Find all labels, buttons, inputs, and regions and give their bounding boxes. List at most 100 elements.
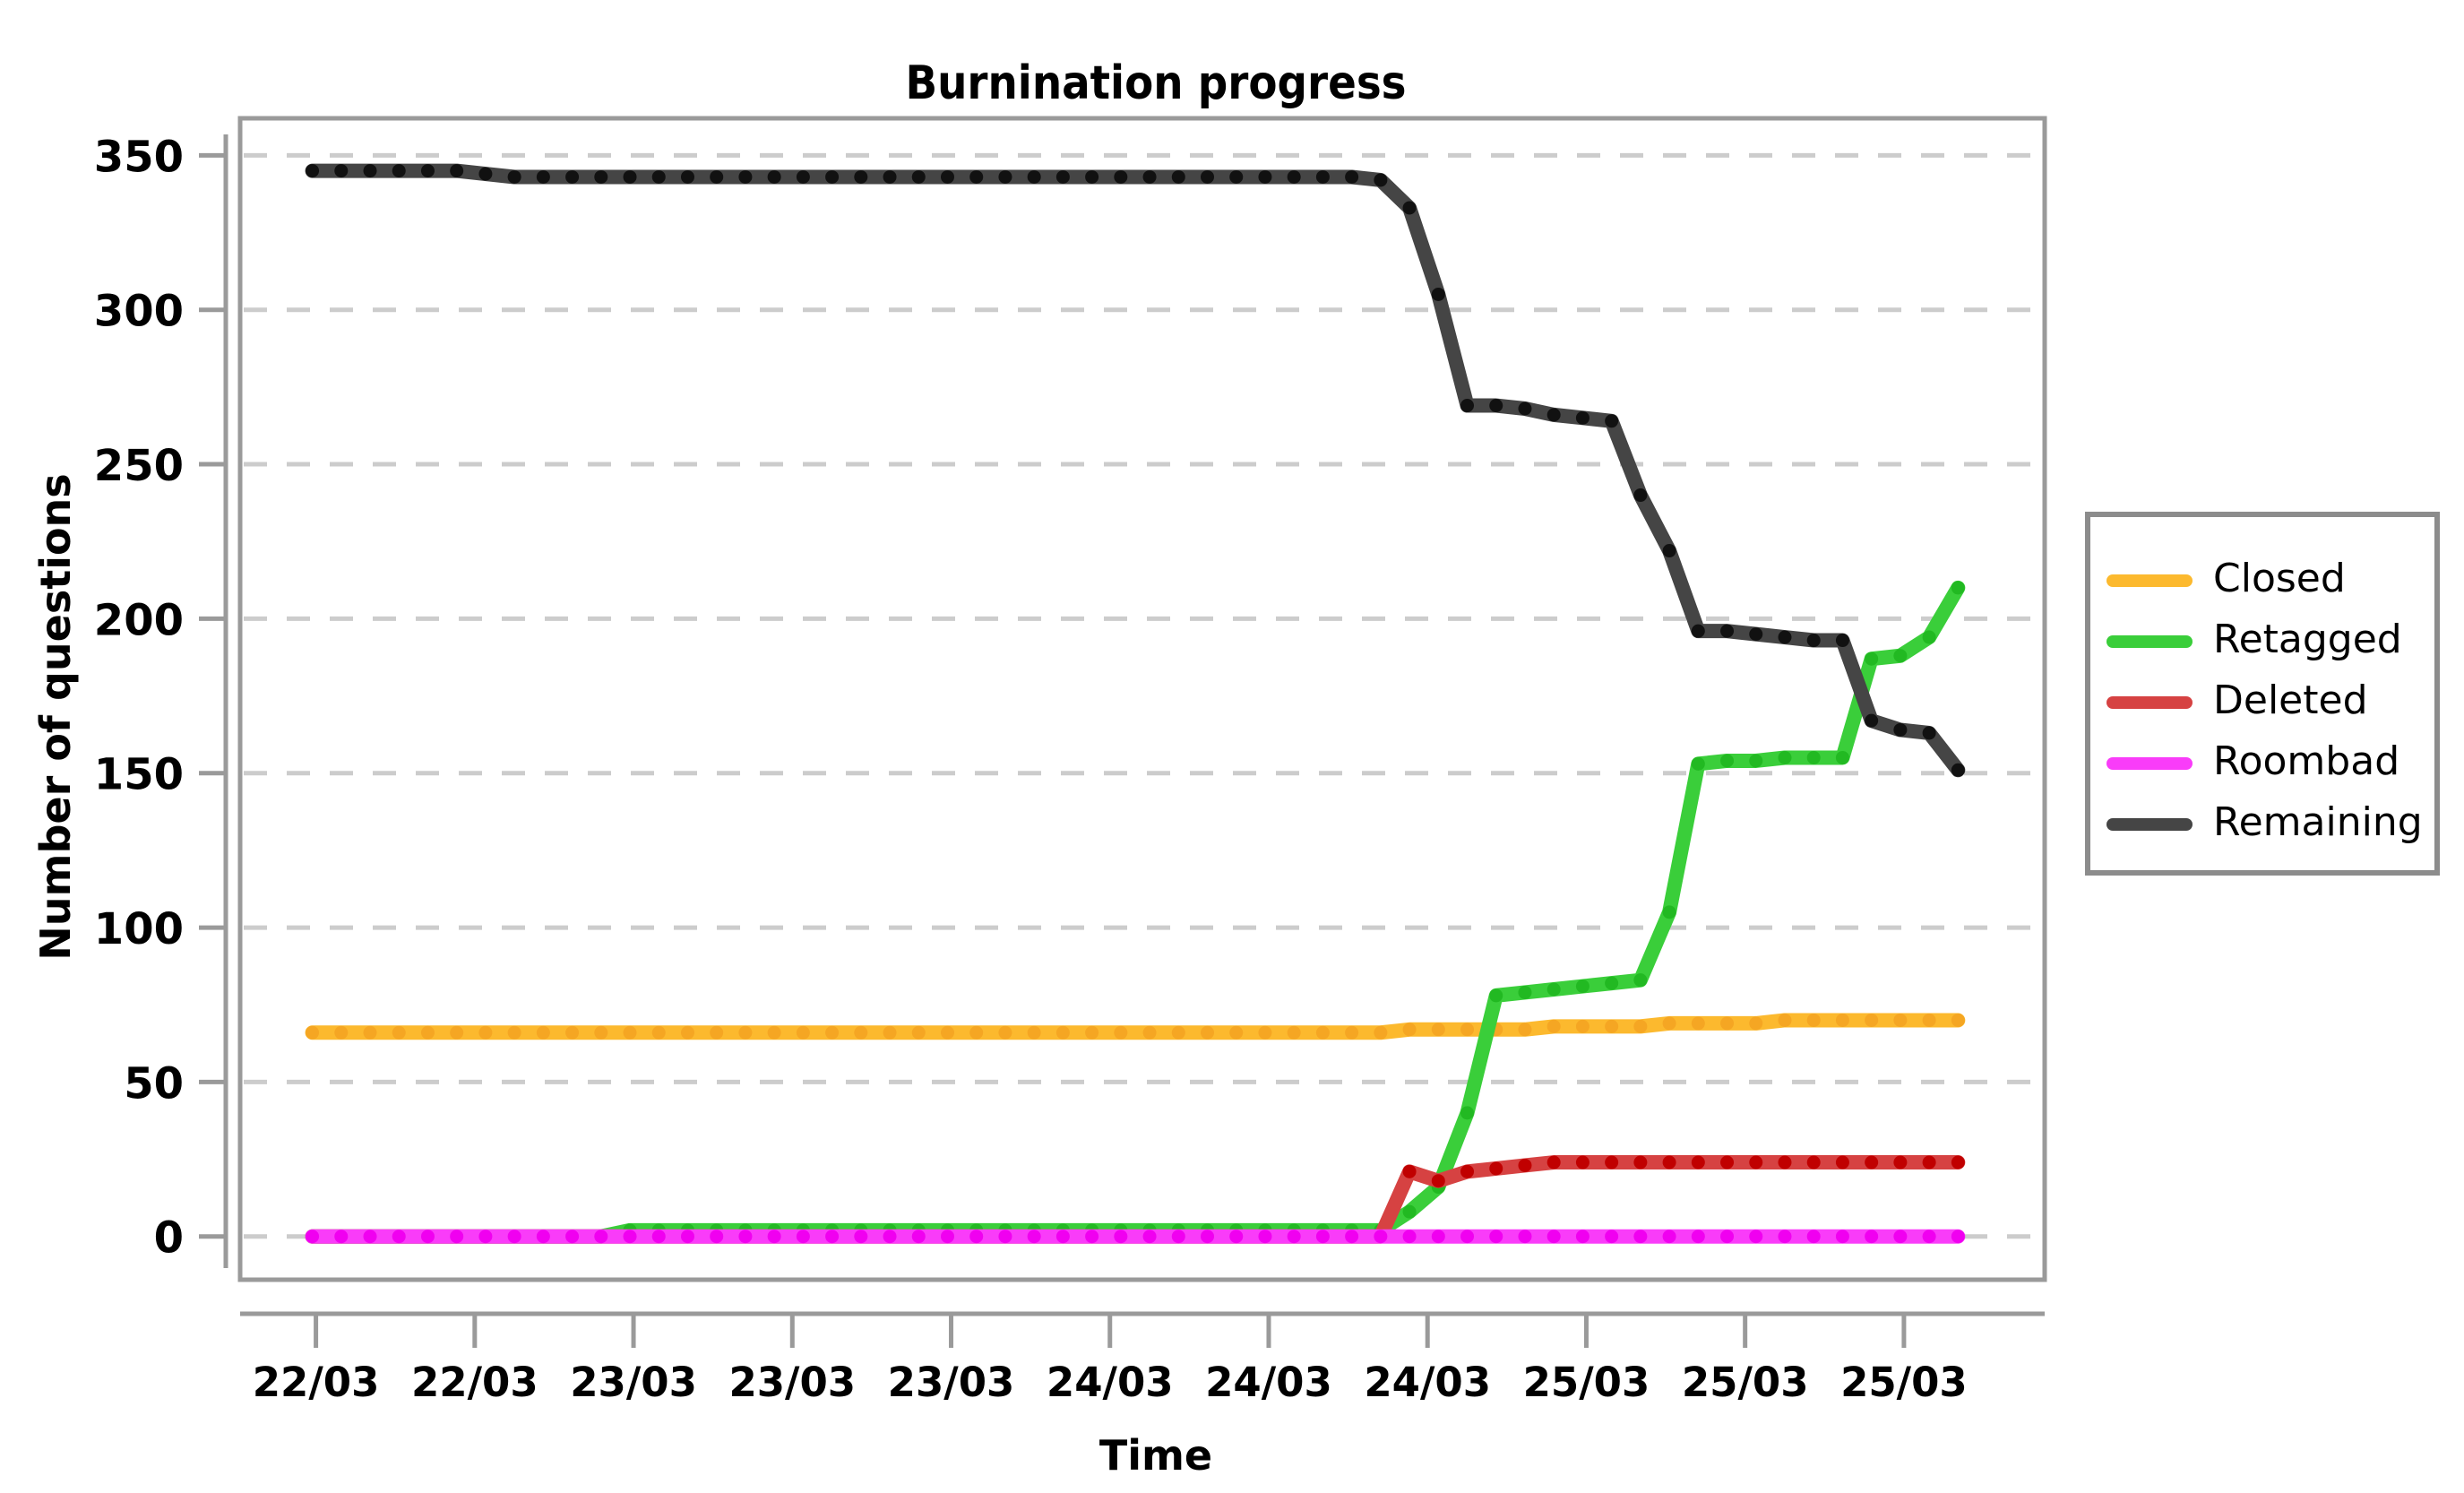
- data-point-marker: [825, 1025, 840, 1040]
- data-point-marker: [594, 1025, 608, 1040]
- data-point-marker: [825, 1230, 840, 1244]
- data-point-marker: [1027, 1230, 1041, 1244]
- data-point-marker: [767, 169, 781, 184]
- data-point-marker: [1489, 1161, 1503, 1176]
- data-point-marker: [1605, 1230, 1619, 1244]
- data-point-marker: [1374, 1025, 1388, 1040]
- data-point-marker: [1951, 1230, 1965, 1244]
- data-point-marker: [1865, 1013, 1879, 1027]
- data-point-marker: [1778, 750, 1792, 764]
- data-point-marker: [1835, 1155, 1849, 1169]
- data-point-marker: [1575, 1230, 1590, 1244]
- data-point-marker: [1951, 1155, 1965, 1169]
- data-point-marker: [1518, 1230, 1532, 1244]
- data-point-marker: [1229, 1230, 1244, 1244]
- data-point-marker: [1518, 985, 1532, 999]
- data-point-marker: [1720, 754, 1735, 768]
- data-point-marker: [1749, 1016, 1763, 1031]
- x-tick-label: 22/03: [411, 1359, 538, 1406]
- data-point-marker: [478, 1025, 493, 1040]
- data-point-marker: [710, 169, 724, 184]
- data-point-marker: [738, 1025, 753, 1040]
- data-point-marker: [1085, 169, 1099, 184]
- data-point-marker: [796, 1230, 810, 1244]
- data-point-marker: [680, 1230, 694, 1244]
- data-point-marker: [565, 1025, 580, 1040]
- data-point-marker: [767, 1025, 781, 1040]
- data-point-marker: [1893, 722, 1908, 737]
- x-axis-title: Time: [1099, 1431, 1212, 1480]
- data-point-marker: [1778, 1013, 1792, 1027]
- data-point-marker: [1575, 410, 1590, 425]
- data-point-marker: [1315, 1025, 1330, 1040]
- data-point-marker: [1922, 1013, 1936, 1027]
- data-point-marker: [450, 1025, 464, 1040]
- data-point-marker: [1546, 408, 1561, 422]
- data-point-marker: [594, 169, 608, 184]
- data-point-marker: [1749, 1230, 1763, 1244]
- data-point-marker: [478, 1230, 493, 1244]
- data-point-marker: [1171, 169, 1185, 184]
- data-point-marker: [1806, 750, 1821, 764]
- chart-figure: Burnination progress Number of questions…: [0, 0, 2464, 1493]
- data-point-marker: [1691, 624, 1705, 638]
- x-tick-label: 24/03: [1047, 1359, 1174, 1406]
- x-tick-label: 23/03: [570, 1359, 697, 1406]
- data-point-marker: [1922, 726, 1936, 740]
- data-point-marker: [738, 1230, 753, 1244]
- data-point-marker: [1431, 1230, 1445, 1244]
- data-point-marker: [1749, 1155, 1763, 1169]
- y-tick-label: 0: [154, 1213, 184, 1264]
- data-point-marker: [1258, 1230, 1272, 1244]
- x-tick-label: 23/03: [728, 1359, 856, 1406]
- y-tick-label: 150: [94, 750, 184, 800]
- data-point-marker: [334, 1025, 349, 1040]
- data-point-marker: [1806, 634, 1821, 648]
- y-tick-label: 100: [94, 904, 184, 954]
- data-point-marker: [1633, 488, 1648, 503]
- data-point-marker: [1951, 763, 1965, 777]
- data-point-marker: [507, 1230, 521, 1244]
- data-point-marker: [651, 169, 666, 184]
- data-point-marker: [334, 1230, 349, 1244]
- data-point-marker: [1402, 1023, 1417, 1037]
- x-tick-label: 25/03: [1523, 1359, 1650, 1406]
- data-point-marker: [392, 164, 406, 178]
- data-point-marker: [680, 1025, 694, 1040]
- data-point-marker: [1865, 652, 1879, 666]
- data-point-marker: [998, 1230, 1012, 1244]
- data-point-marker: [623, 1230, 637, 1244]
- x-tick-label: 23/03: [888, 1359, 1015, 1406]
- data-point-marker: [392, 1025, 406, 1040]
- data-point-marker: [1922, 1230, 1936, 1244]
- data-point-marker: [1749, 627, 1763, 642]
- data-point-marker: [1055, 1230, 1070, 1244]
- data-point-marker: [536, 1025, 550, 1040]
- data-point-marker: [1835, 634, 1849, 648]
- data-point-marker: [1287, 1230, 1301, 1244]
- data-point-marker: [1575, 980, 1590, 994]
- data-point-marker: [1229, 169, 1244, 184]
- data-point-marker: [1489, 988, 1503, 1003]
- data-point-marker: [1142, 169, 1157, 184]
- data-point-marker: [1662, 1230, 1676, 1244]
- data-point-marker: [363, 1230, 377, 1244]
- y-tick-label: 350: [94, 132, 184, 182]
- data-point-marker: [911, 1025, 926, 1040]
- data-point-marker: [1633, 973, 1648, 988]
- data-point-marker: [1546, 1230, 1561, 1244]
- data-point-marker: [1201, 1025, 1214, 1040]
- data-point-marker: [1460, 399, 1475, 413]
- x-tick-label: 25/03: [1840, 1359, 1968, 1406]
- data-point-marker: [1085, 1230, 1099, 1244]
- data-point-marker: [1171, 1025, 1185, 1040]
- data-point-marker: [420, 1025, 435, 1040]
- data-point-marker: [680, 169, 694, 184]
- data-point-marker: [854, 1025, 868, 1040]
- data-point-marker: [420, 164, 435, 178]
- data-point-marker: [940, 1230, 954, 1244]
- data-point-marker: [651, 1230, 666, 1244]
- data-point-marker: [1691, 756, 1705, 771]
- chart-legend[interactable]: Closed Retagged Deleted Roombad Remaining: [2085, 512, 2440, 876]
- data-point-marker: [536, 1230, 550, 1244]
